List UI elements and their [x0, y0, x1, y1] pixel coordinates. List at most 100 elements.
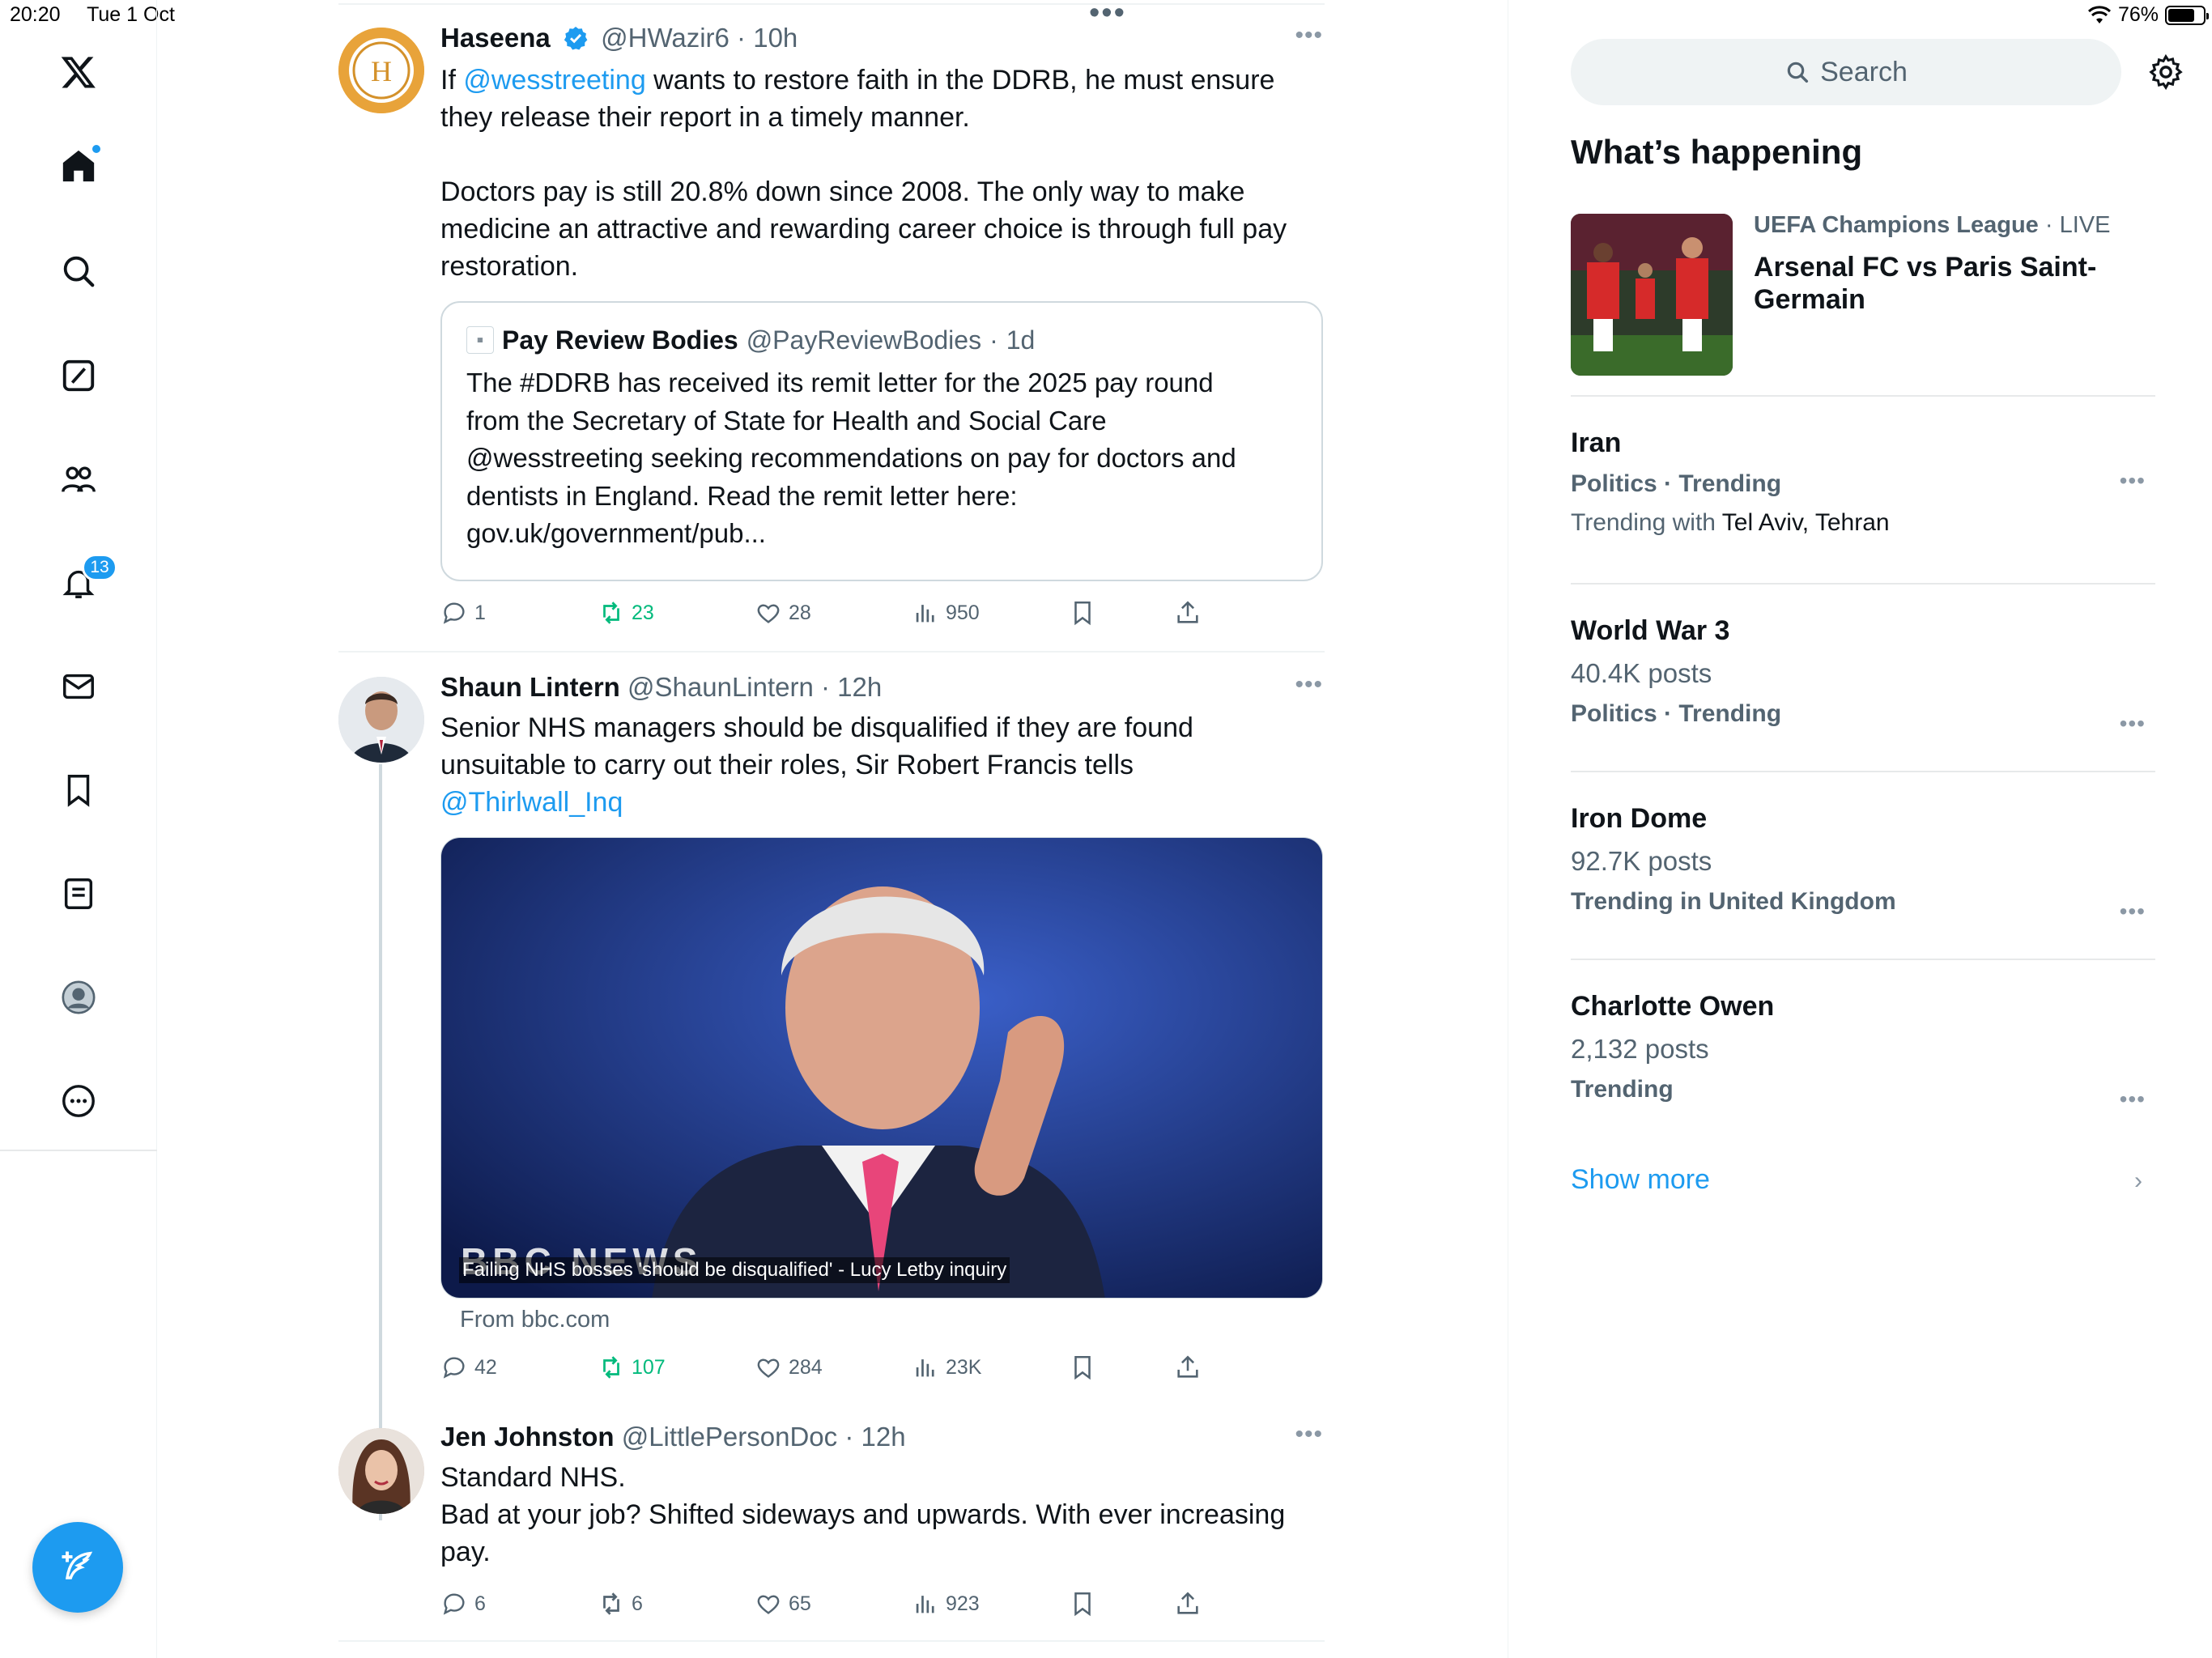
author-name[interactable]: Haseena [440, 23, 551, 53]
repost-count: 107 [632, 1355, 666, 1379]
quote-author-handle: @PayReviewBodies [746, 325, 982, 355]
x-logo-icon[interactable] [46, 40, 111, 104]
repost-count: 23 [632, 601, 654, 624]
reply-button[interactable]: 42 [440, 1354, 497, 1381]
trend-category: Politics · Trending [1571, 700, 1782, 727]
bookmark-icon [1074, 1592, 1091, 1617]
tweet[interactable]: Jen Johnston @LittlePersonDoc · 12h ••• … [338, 1407, 1325, 1642]
communities-icon[interactable] [46, 447, 111, 512]
left-navigation: 13 [0, 0, 157, 1658]
share-button[interactable] [1174, 1354, 1202, 1381]
views-button[interactable]: 23K [912, 1354, 981, 1381]
avatar[interactable] [338, 677, 424, 763]
views-button[interactable]: 923 [912, 1590, 980, 1618]
news-photo [441, 838, 1322, 1298]
link-source[interactable]: From bbc.com [460, 1307, 610, 1333]
trend-category: Trending [1571, 1076, 1674, 1103]
trend-item[interactable]: World War 3 40.4K posts Politics · Trend… [1571, 615, 2155, 736]
trend-name: Iron Dome [1571, 803, 1708, 834]
trend-item[interactable]: Iron Dome 92.7K posts Trending in United… [1571, 803, 2155, 924]
nav-divider [0, 1150, 157, 1151]
more-icon[interactable] [46, 1069, 111, 1133]
avatar[interactable]: H [338, 28, 424, 113]
trend-name: Charlotte Owen [1571, 991, 1775, 1022]
trend-category: Trending in United Kingdom [1571, 888, 1896, 915]
author-handle[interactable]: @LittlePersonDoc [622, 1422, 837, 1452]
tweet-actions: 6 6 65 923 [440, 1590, 1250, 1627]
trend-item[interactable]: Iran Politics · Trending Trending with T… [1571, 427, 2155, 537]
profile-icon[interactable] [46, 965, 111, 1030]
more-options-icon[interactable]: ••• [1295, 1422, 1323, 1447]
tweet-text: If @wesstreeting wants to restore faith … [440, 62, 1323, 285]
trend-divider [1571, 771, 2155, 772]
author-handle[interactable]: @ShaunLintern [627, 672, 814, 702]
home-icon[interactable] [46, 134, 111, 198]
share-button[interactable] [1174, 599, 1202, 627]
news-card-title: Failing NHS bosses 'should be disqualifi… [459, 1257, 1010, 1283]
tweet-text: Senior NHS managers should be disqualifi… [440, 712, 1193, 780]
more-options-icon[interactable]: ••• [2120, 468, 2146, 494]
trend-name: World War 3 [1571, 615, 1730, 646]
share-icon [1177, 1592, 1198, 1614]
author-handle[interactable]: @HWazir6 [601, 23, 730, 53]
bookmark-button[interactable] [1069, 1590, 1096, 1618]
repost-button[interactable]: 107 [598, 1354, 666, 1381]
repost-count: 6 [632, 1592, 643, 1615]
like-count: 65 [789, 1592, 811, 1615]
like-button[interactable]: 28 [755, 599, 811, 627]
messages-icon[interactable] [46, 654, 111, 719]
tweet-time[interactable]: 10h [753, 23, 798, 53]
news-card-image[interactable]: BBC NEWS Failing NHS bosses 'should be d… [440, 837, 1323, 1299]
trend-item[interactable]: Charlotte Owen 2,132 posts Trending ••• [1571, 991, 2155, 1112]
chevron-right-icon[interactable]: › [2134, 1167, 2142, 1195]
grok-icon[interactable] [46, 343, 111, 408]
author-name[interactable]: Shaun Lintern [440, 672, 620, 702]
avatar[interactable] [338, 1428, 424, 1514]
tweet-header: Jen Johnston @LittlePersonDoc · 12h ••• [440, 1421, 1323, 1452]
more-options-icon[interactable]: ••• [2120, 711, 2146, 737]
more-options-icon[interactable]: ••• [1295, 673, 1323, 697]
bookmarks-icon[interactable] [46, 758, 111, 823]
tweet-time[interactable]: 12h [861, 1422, 905, 1452]
bookmark-button[interactable] [1069, 1354, 1096, 1381]
share-button[interactable] [1174, 1590, 1202, 1618]
more-options-icon[interactable]: ••• [1295, 23, 1323, 48]
reply-button[interactable]: 1 [440, 599, 486, 627]
reply-button[interactable]: 6 [440, 1590, 486, 1618]
repost-button[interactable]: 6 [598, 1590, 643, 1618]
trend-divider [1571, 583, 2155, 585]
tweet[interactable]: H Haseena @HWazir6 · 10h ••• If @wesstre… [338, 5, 1325, 653]
heart-icon [757, 604, 780, 623]
notifications-icon[interactable]: 13 [46, 551, 117, 615]
show-more-link[interactable]: Show more [1571, 1164, 1710, 1196]
status-bar-right: 76% [2087, 3, 2209, 27]
trend-category: Politics · Trending [1571, 470, 1782, 497]
gear-icon[interactable] [2147, 53, 2184, 91]
notifications-badge: 13 [82, 554, 117, 581]
featured-trend[interactable]: UEFA Champions League · LIVE Arsenal FC … [1571, 212, 2154, 376]
mention-link[interactable]: @Thirlwall_Inq [440, 784, 1323, 821]
compose-button[interactable] [32, 1522, 123, 1613]
views-chart-icon [916, 1596, 934, 1613]
views-button[interactable]: 950 [912, 599, 980, 627]
tweet-time[interactable]: 12h [837, 672, 882, 702]
search-input[interactable]: Search [1571, 39, 2121, 105]
bookmark-button[interactable] [1069, 599, 1096, 627]
trend-divider [1571, 959, 2155, 960]
mention-link[interactable]: @wesstreeting [463, 65, 645, 96]
quote-author-name: Pay Review Bodies [502, 325, 738, 355]
repost-button[interactable]: 23 [598, 599, 654, 627]
more-options-icon[interactable]: ••• [2120, 1086, 2146, 1112]
featured-trend-category: UEFA Champions League · LIVE [1754, 212, 2111, 238]
trend-post-count: 40.4K posts [1571, 658, 1712, 688]
quoted-tweet[interactable]: ▦ Pay Review Bodies @PayReviewBodies · 1d … [440, 301, 1323, 581]
author-name[interactable]: Jen Johnston [440, 1422, 615, 1452]
like-button[interactable]: 284 [755, 1354, 823, 1381]
more-options-icon[interactable]: ••• [2120, 899, 2146, 925]
search-icon[interactable] [46, 239, 111, 304]
tweet-header: Haseena @HWazir6 · 10h ••• [440, 22, 1323, 53]
reply-icon [443, 602, 465, 624]
search-icon [1787, 62, 1809, 83]
like-button[interactable]: 65 [755, 1590, 811, 1618]
lists-icon[interactable] [46, 861, 111, 926]
